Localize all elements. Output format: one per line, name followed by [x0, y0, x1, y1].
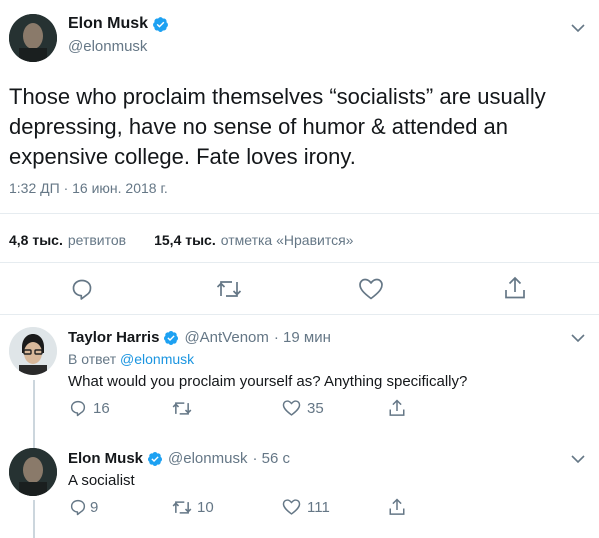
reply-icon[interactable] — [70, 277, 94, 301]
divider — [0, 213, 599, 214]
reply-button[interactable]: 16 — [69, 399, 110, 417]
retweet-icon[interactable] — [216, 278, 242, 300]
reply-to-prefix: В ответ — [68, 351, 117, 367]
author-handle[interactable]: @AntVenom — [184, 329, 268, 346]
chevron-down-icon[interactable] — [570, 453, 586, 465]
likes-count: 15,4 тыс. — [154, 232, 216, 248]
like-icon — [282, 498, 301, 516]
author-handle[interactable]: @elonmusk — [168, 450, 247, 467]
retweet-count: 10 — [197, 499, 214, 516]
chevron-down-icon[interactable] — [570, 332, 586, 344]
like-stat[interactable]: 15,4 тыс. отметка «Нравится» — [154, 232, 353, 248]
reply-to-handle-link[interactable]: @elonmusk — [120, 351, 194, 367]
share-icon — [388, 497, 406, 517]
verified-badge-icon — [163, 330, 179, 346]
retweet-icon — [172, 499, 192, 516]
reply-button[interactable]: 9 — [69, 498, 98, 516]
thread-line — [33, 500, 35, 538]
share-button[interactable] — [388, 497, 406, 517]
retweet-button[interactable] — [172, 400, 198, 417]
tweet-text-line: expensive college. Fate loves irony. — [9, 144, 356, 169]
avatar[interactable] — [9, 327, 57, 375]
retweet-icon — [172, 400, 192, 417]
divider — [0, 262, 599, 263]
like-count: 35 — [307, 399, 324, 417]
like-icon — [282, 399, 301, 417]
avatar[interactable] — [9, 14, 57, 62]
tweet-text: A socialist — [68, 472, 135, 489]
thread-line — [33, 380, 35, 436]
share-icon — [388, 398, 406, 418]
author-name[interactable]: Taylor Harris — [68, 329, 159, 346]
thread-line — [33, 436, 35, 448]
like-button[interactable]: 35 — [282, 399, 324, 417]
reply-icon — [69, 498, 87, 516]
like-count: 111 — [307, 498, 330, 516]
reply-count: 9 — [90, 498, 99, 516]
divider — [0, 314, 599, 315]
retweet-button[interactable]: 10 — [172, 499, 214, 516]
tweet-time[interactable]: · 19 мин — [274, 329, 331, 346]
tweet-text-line: Those who proclaim themselves “socialist… — [9, 84, 546, 109]
tweet-text-line: depressing, have no sense of humor & att… — [9, 114, 509, 139]
tweet-timestamp[interactable]: 1:32 ДП · 16 июн. 2018 г. — [9, 180, 168, 196]
avatar[interactable] — [9, 448, 57, 496]
verified-badge-icon — [147, 451, 163, 467]
like-button[interactable]: 111 — [282, 498, 330, 516]
tweet-text: What would you proclaim yourself as? Any… — [68, 373, 468, 390]
like-icon[interactable] — [358, 277, 384, 301]
author-name[interactable]: Elon Musk — [68, 450, 143, 467]
author-handle[interactable]: @elonmusk — [68, 38, 147, 55]
chevron-down-icon[interactable] — [570, 22, 586, 34]
retweets-label: ретвитов — [67, 232, 127, 248]
tweet-text: Those who proclaim themselves “socialist… — [9, 82, 546, 172]
verified-badge-icon — [152, 16, 169, 33]
reply-icon — [69, 399, 87, 417]
share-button[interactable] — [388, 398, 406, 418]
share-icon[interactable] — [503, 275, 527, 301]
likes-label: отметка «Нравится» — [220, 232, 354, 248]
tweet-stats: 4,8 тыс. ретвитов 15,4 тыс. отметка «Нра… — [9, 232, 353, 248]
retweet-stat[interactable]: 4,8 тыс. ретвитов — [9, 232, 126, 248]
author-name[interactable]: Elon Musk — [68, 15, 148, 33]
reply-context: В ответ @elonmusk — [68, 351, 194, 367]
reply-count: 16 — [93, 399, 110, 417]
tweet-time[interactable]: · 56 с — [252, 450, 290, 467]
retweets-count: 4,8 тыс. — [9, 232, 63, 248]
